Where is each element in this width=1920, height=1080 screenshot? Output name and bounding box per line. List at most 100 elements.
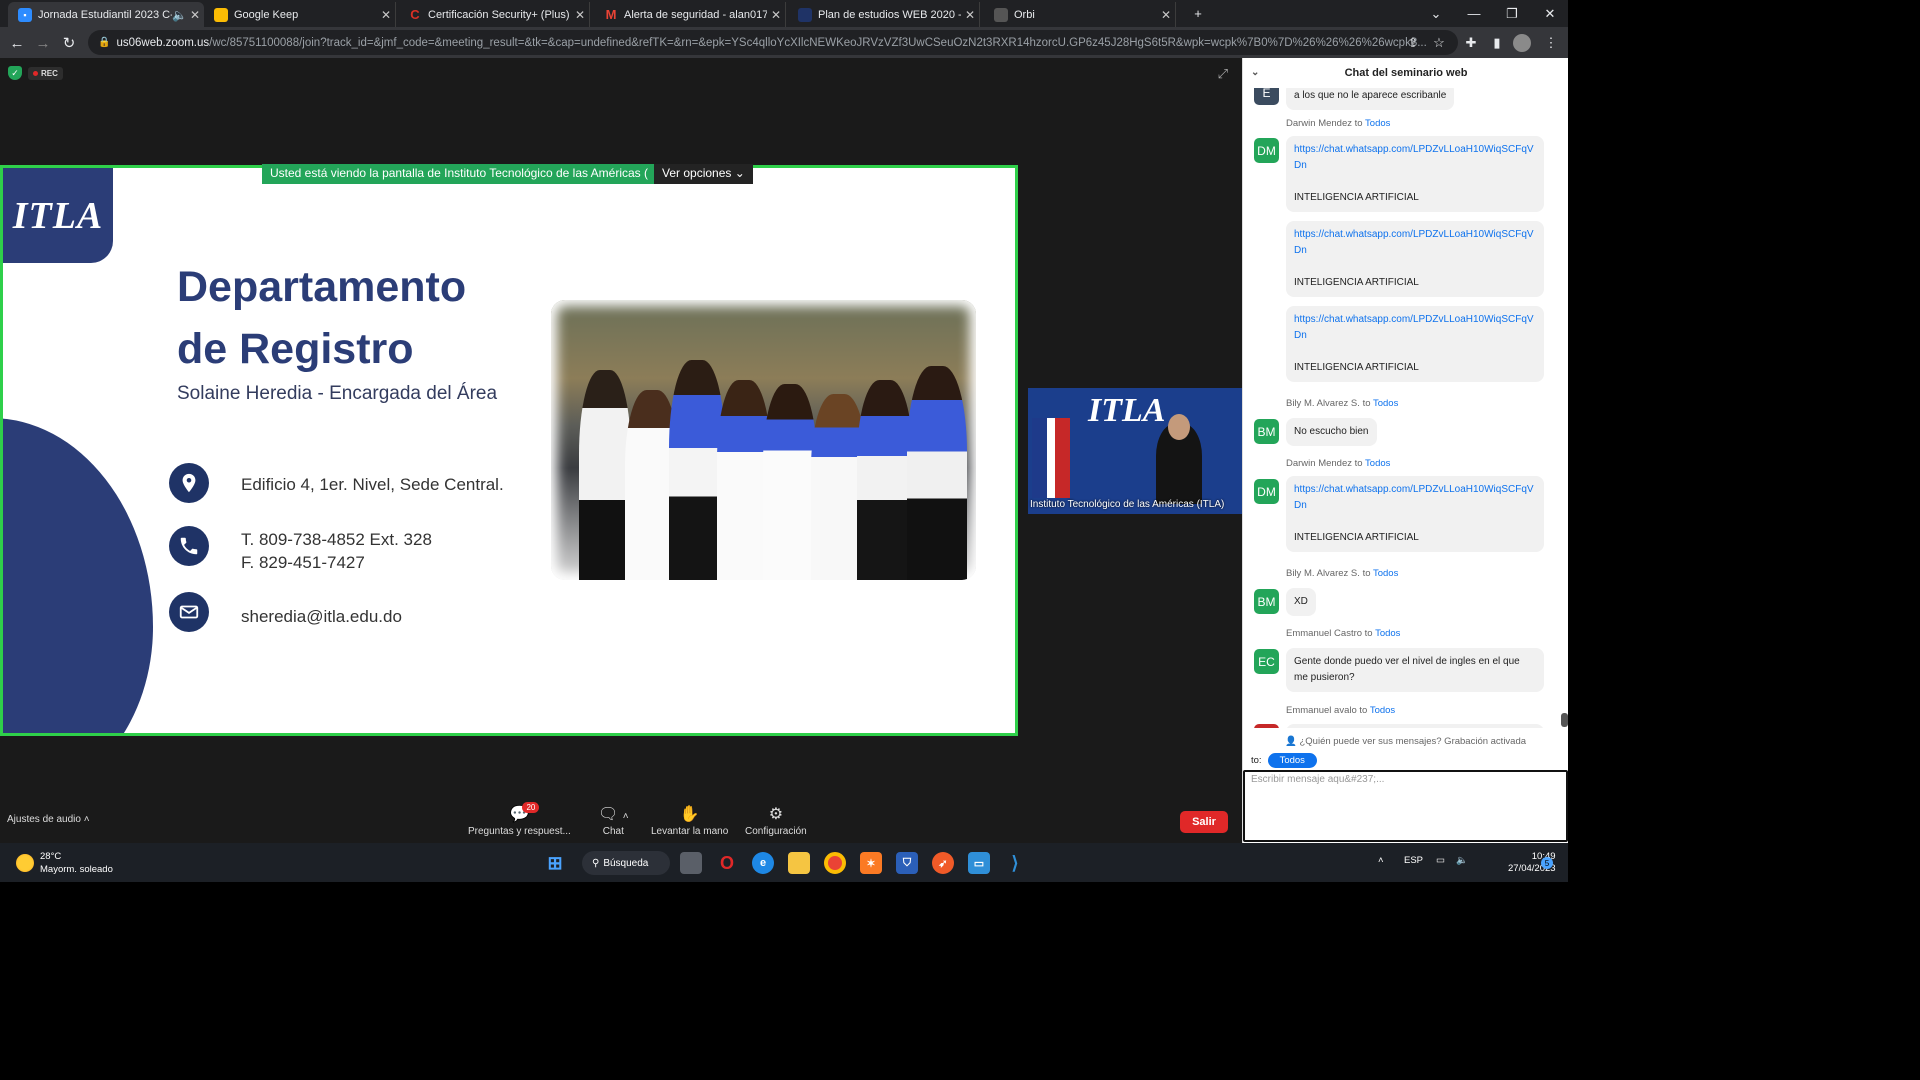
chat-visibility-note[interactable]: 👤 ¿Quién puede ver sus mensajes? Grabaci… bbox=[1285, 736, 1526, 747]
reload-icon[interactable]: ↻ bbox=[58, 32, 80, 54]
chat-panel: ⌄ Chat del seminario web E a los que no … bbox=[1242, 58, 1568, 843]
tab-certificacion-security[interactable]: C Certificación Security+ (Plus) | Ce ✕ bbox=[398, 2, 590, 27]
sidepanel-icon[interactable]: ▮ bbox=[1487, 33, 1507, 53]
language-indicator[interactable]: ESP bbox=[1404, 855, 1423, 866]
tab-plan-estudios[interactable]: Plan de estudios WEB 2020 - soft ✕ bbox=[788, 2, 980, 27]
share-icon[interactable]: ⇪ bbox=[1403, 33, 1423, 53]
recipient-dropdown[interactable]: Todos bbox=[1267, 753, 1317, 768]
qa-button[interactable]: 💬 20 Preguntas y respuest... bbox=[468, 802, 571, 837]
screen-share-banner: Usted está viendo la pantalla de Institu… bbox=[262, 164, 753, 184]
address-bar[interactable]: 🔒 us06web.zoom.us/wc/85751100088/join?tr… bbox=[88, 30, 1458, 55]
speaker-icon[interactable]: 🔈 bbox=[172, 8, 187, 22]
file-explorer-icon[interactable] bbox=[788, 852, 810, 874]
leave-button[interactable]: Salir bbox=[1180, 811, 1228, 833]
browser-tab-strip: ▪ Jornada Estudiantil 2023 C-2 🔈 ✕ Googl… bbox=[0, 0, 1568, 27]
itla-logo: ITLA bbox=[3, 168, 113, 263]
close-icon[interactable]: ✕ bbox=[767, 8, 785, 22]
xampp-icon[interactable]: ✶ bbox=[860, 852, 882, 874]
volume-icon[interactable]: 🔈 bbox=[1456, 855, 1468, 866]
collapse-chevron-icon[interactable]: ⌄ bbox=[1251, 67, 1259, 78]
tab-search-icon[interactable]: ⌄ bbox=[1418, 0, 1454, 27]
raise-hand-button[interactable]: ✋ Levantar la mano bbox=[651, 804, 728, 837]
bookmark-star-icon[interactable]: ☆ bbox=[1429, 33, 1449, 53]
network-icon[interactable]: ▭ bbox=[1436, 855, 1445, 866]
message-sender: Bily M. Alvarez S. to Todos bbox=[1286, 398, 1399, 409]
chevron-down-icon: ⌄ bbox=[734, 166, 745, 180]
whatsapp-link[interactable]: https://chat.whatsapp.com/LPDZvLLoaH10Wi… bbox=[1294, 227, 1536, 259]
search-icon: ⚲ bbox=[592, 857, 600, 869]
message-sender: Emmanuel Castro to Todos bbox=[1286, 628, 1401, 639]
address-text: Edificio 4, 1er. Nivel, Sede Central. bbox=[241, 475, 504, 494]
view-options-button[interactable]: Ver opciones ⌄ bbox=[654, 164, 753, 184]
close-icon[interactable]: ✕ bbox=[1157, 8, 1175, 22]
shared-slide: ITLA Departamento de Registro Solaine He… bbox=[0, 165, 1018, 736]
new-tab-button[interactable]: + bbox=[1180, 0, 1216, 27]
close-icon[interactable]: ✕ bbox=[571, 8, 589, 22]
tab-jornada-estudiantil[interactable]: ▪ Jornada Estudiantil 2023 C-2 🔈 ✕ bbox=[8, 2, 204, 27]
edge-icon[interactable]: e bbox=[752, 852, 774, 874]
phone-icon bbox=[169, 526, 209, 566]
chat-message-input[interactable]: Escribir mensaje aqu&#237;... bbox=[1243, 770, 1568, 842]
tray-overflow-icon[interactable]: ˄ bbox=[1378, 855, 1384, 866]
message-bubble: https://chat.whatsapp.com/LPDZvLLoaH10Wi… bbox=[1286, 136, 1544, 212]
extensions-icon[interactable]: ✚ bbox=[1461, 33, 1481, 53]
recording-indicator: REC bbox=[28, 66, 63, 80]
minimize-icon[interactable]: — bbox=[1456, 0, 1492, 27]
lock-icon: 🔒 bbox=[98, 37, 111, 48]
settings-button[interactable]: ⚙ Configuración bbox=[745, 804, 807, 837]
chat-scrollbar[interactable] bbox=[1561, 713, 1568, 727]
avatar: DM bbox=[1254, 138, 1279, 163]
chrome-icon[interactable] bbox=[824, 852, 846, 874]
message-bubble: a los que no le aparece escribanle bbox=[1286, 88, 1455, 110]
to-label: to: bbox=[1251, 755, 1262, 766]
chat-button[interactable]: 🗨 ˄ Chat bbox=[598, 804, 629, 837]
taskbar-search[interactable]: ⚲ Búsqueda bbox=[582, 851, 670, 875]
tab-gmail-alerta[interactable]: M Alerta de seguridad - alan017per ✕ bbox=[594, 2, 786, 27]
fullscreen-icon[interactable]: ⤢ bbox=[1218, 66, 1228, 82]
profile-avatar[interactable] bbox=[1513, 34, 1531, 52]
people-icon: 👤 bbox=[1285, 736, 1297, 747]
participant-video[interactable]: ITLA Instituto Tecnológico de las Améric… bbox=[1028, 388, 1242, 514]
graduates-photo bbox=[551, 300, 976, 580]
notification-badge[interactable]: 5 bbox=[1541, 857, 1553, 869]
tab-title: Orbi bbox=[1014, 8, 1035, 21]
postman-icon[interactable]: ➶ bbox=[932, 852, 954, 874]
restore-icon[interactable]: ❐ bbox=[1494, 0, 1530, 27]
url-path: /wc/85751100088/join?track_id=&jmf_code=… bbox=[209, 36, 1427, 49]
whatsapp-link[interactable]: https://chat.whatsapp.com/LPDZvLLoaH10Wi… bbox=[1294, 312, 1536, 344]
whatsapp-link[interactable]: https://chat.whatsapp.com/LPDZvLLoaH10Wi… bbox=[1294, 482, 1536, 514]
security-shield-icon[interactable]: ⛉ bbox=[896, 852, 918, 874]
qa-badge: 20 bbox=[522, 802, 540, 813]
menu-kebab-icon[interactable]: ⋮ bbox=[1541, 33, 1561, 53]
audio-settings-button[interactable]: Ajustes de audio ˄ bbox=[7, 814, 90, 825]
remote-desktop-icon[interactable]: ▭ bbox=[968, 852, 990, 874]
windows-start-icon[interactable]: ⊞ bbox=[544, 852, 566, 874]
forward-icon[interactable]: → bbox=[32, 32, 54, 54]
task-view-icon[interactable] bbox=[680, 852, 702, 874]
tab-title: Plan de estudios WEB 2020 - soft bbox=[818, 8, 961, 21]
slide-title: Departamento de Registro bbox=[177, 263, 467, 373]
avatar bbox=[1254, 724, 1279, 728]
opera-icon[interactable]: O bbox=[716, 852, 738, 874]
message-bubble bbox=[1286, 724, 1544, 728]
chat-header: ⌄ Chat del seminario web bbox=[1243, 58, 1568, 88]
close-icon[interactable]: ✕ bbox=[961, 8, 979, 22]
close-icon[interactable]: ✕ bbox=[186, 8, 204, 22]
weather-widget[interactable]: 28°C Mayorm. soleado bbox=[16, 850, 113, 876]
message-bubble: https://chat.whatsapp.com/LPDZvLLoaH10Wi… bbox=[1286, 476, 1544, 552]
back-icon[interactable]: ← bbox=[6, 32, 28, 54]
tab-orbi[interactable]: Orbi ✕ bbox=[984, 2, 1176, 27]
email-text: sheredia@itla.edu.do bbox=[241, 607, 402, 626]
chat-messages[interactable]: E a los que no le aparece escribanle Dar… bbox=[1243, 88, 1561, 728]
speaker-head bbox=[1168, 414, 1190, 440]
c-icon: C bbox=[410, 7, 420, 22]
chevron-up-icon: ˄ bbox=[83, 814, 90, 825]
message-sender: Darwin Mendez to Todos bbox=[1286, 118, 1391, 129]
encryption-shield-icon[interactable]: ✓ bbox=[8, 66, 22, 80]
message-sender: Darwin Mendez to Todos bbox=[1286, 458, 1391, 469]
window-close-icon[interactable]: ✕ bbox=[1532, 0, 1568, 27]
tab-google-keep[interactable]: Google Keep ✕ bbox=[204, 2, 396, 27]
close-icon[interactable]: ✕ bbox=[377, 8, 395, 22]
whatsapp-link[interactable]: https://chat.whatsapp.com/LPDZvLLoaH10Wi… bbox=[1294, 142, 1536, 174]
vscode-icon[interactable]: ⟩ bbox=[1004, 852, 1026, 874]
